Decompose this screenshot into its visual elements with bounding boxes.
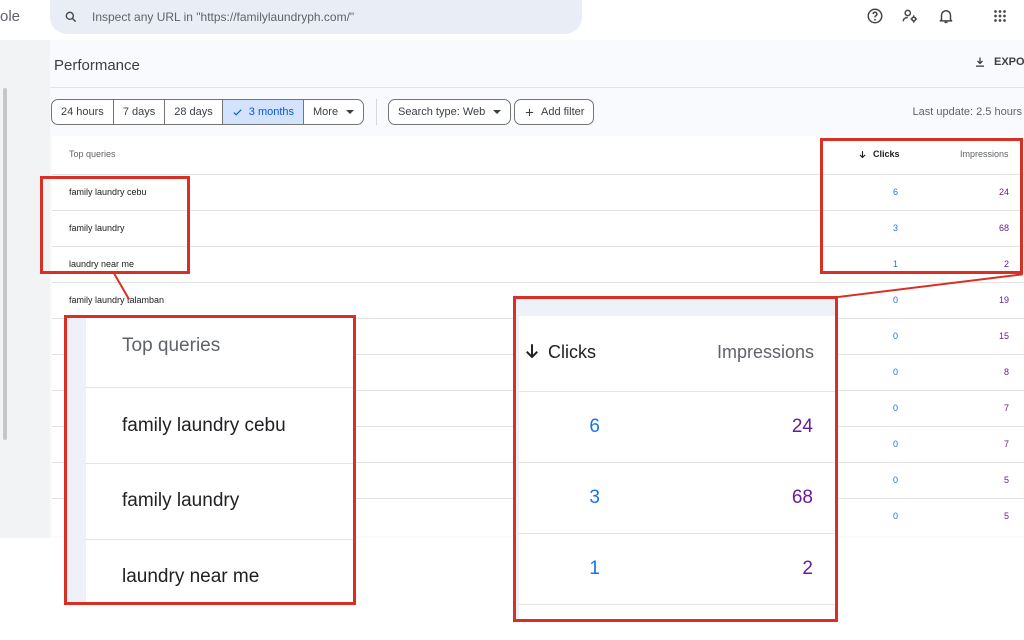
check-icon [233,108,242,116]
help-icon[interactable] [866,7,884,25]
header-top-queries[interactable]: Top queries [69,149,116,159]
search-placeholder: Inspect any URL in "https://familylaundr… [92,10,355,24]
clicks-cell: 0 [892,475,898,485]
url-inspect-search[interactable]: Inspect any URL in "https://familylaundr… [50,0,582,34]
date-3-months[interactable]: 3 months [222,100,305,124]
date-24-hours[interactable]: 24 hours [52,100,114,124]
dropdown-arrow-icon [493,110,502,114]
last-update: Last update: 2.5 hours [912,106,1022,118]
clicks-cell: 0 [892,439,898,449]
impressions-cell: 7 [1003,403,1009,413]
dropdown-arrow-icon [346,110,355,114]
add-filter-label: Add filter [541,106,585,118]
highlight-queries-box [40,176,190,274]
zoom-queries-frame [64,315,356,605]
left-navigation-rail [0,40,50,538]
clicks-cell: 0 [892,511,898,521]
add-filter-button[interactable]: Add filter [514,99,595,125]
date-3-months-label: 3 months [248,106,295,118]
impressions-cell: 15 [998,331,1009,341]
impressions-cell: 5 [1003,475,1009,485]
search-type-dropdown[interactable]: Search type: Web [388,99,512,125]
impressions-cell: 8 [1003,367,1009,377]
app-name-fragment: ole [0,8,21,25]
highlight-metrics-box [820,138,1023,274]
zoom-metrics-frame [513,296,838,622]
search-icon [65,11,77,23]
download-icon [976,57,984,67]
more-label: More [313,106,339,118]
date-range-selector: 24 hours 7 days 28 days 3 months More [51,99,365,125]
plus-icon [525,108,534,116]
impressions-cell: 7 [1003,439,1009,449]
more-dropdown[interactable]: More [304,100,363,124]
filter-separator [376,99,377,125]
scrollbar[interactable] [3,88,7,440]
export-label: EXPO [994,56,1024,68]
admin-icon[interactable] [901,7,919,25]
apps-grid-icon[interactable] [991,7,1009,25]
export-button[interactable]: EXPO [974,56,1024,68]
impressions-cell: 5 [1003,511,1009,521]
impressions-cell: 19 [998,295,1009,305]
clicks-cell: 0 [892,403,898,413]
bell-icon[interactable] [937,7,955,25]
date-28-days[interactable]: 28 days [165,100,223,124]
clicks-cell: 0 [892,367,898,377]
header-divider [50,87,1024,88]
clicks-cell: 0 [892,295,898,305]
date-7-days[interactable]: 7 days [114,100,166,124]
clicks-cell: 0 [892,331,898,341]
page-title: Performance [54,57,140,74]
search-type-label: Search type: Web [398,106,486,118]
query-cell: family laundry talamban [69,295,165,305]
